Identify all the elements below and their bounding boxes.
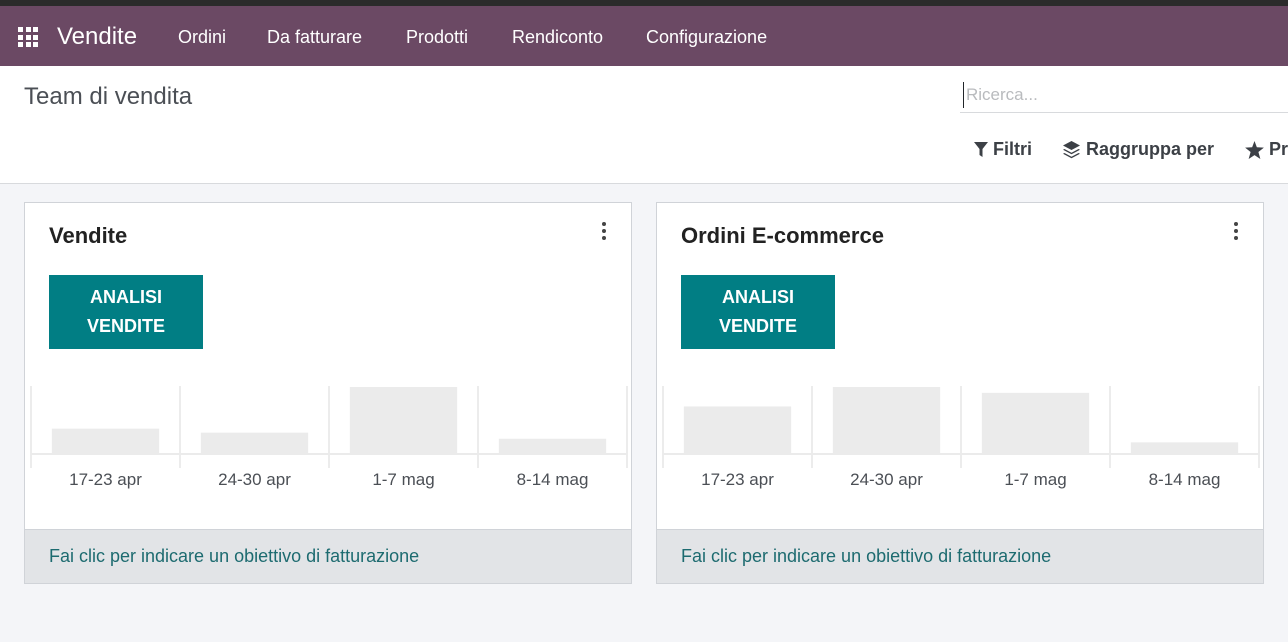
- graph-bar: [683, 406, 792, 453]
- menu-item-da-fatturare[interactable]: Da fatturare: [267, 27, 362, 48]
- sales-team-card: Vendite ANALISI VENDITE 17-23 apr 24-30 a…: [24, 202, 632, 584]
- page-title: Team di vendita: [24, 83, 193, 110]
- weekly-sales-graph[interactable]: 17-23 apr 24-30 apr 1-7 mag 8-14 mag: [25, 383, 631, 503]
- search-box: [960, 78, 1288, 113]
- weekly-sales-graph[interactable]: 17-23 apr 24-30 apr 1-7 mag 8-14 mag: [657, 383, 1263, 503]
- graph-tick-label: 24-30 apr: [218, 470, 291, 489]
- filters-label: Filtri: [993, 139, 1032, 159]
- menu-item-ordini[interactable]: Ordini: [178, 27, 226, 48]
- ecommerce-team-card: Ordini E-commerce ANALISI VENDITE 17-23 …: [656, 202, 1264, 584]
- card-title[interactable]: Vendite: [49, 223, 127, 249]
- app-brand[interactable]: Vendite: [57, 23, 137, 51]
- control-panel: Team di vendita Filtri Raggruppa per Pr: [0, 66, 1288, 184]
- filters-button[interactable]: Filtri: [974, 139, 1032, 160]
- invoicing-target-link[interactable]: Fai clic per indicare un obiettivo di fa…: [49, 546, 419, 567]
- star-icon: [1245, 140, 1264, 159]
- graph-bar: [981, 392, 1090, 453]
- kebab-menu-icon[interactable]: [1231, 222, 1241, 240]
- graph-tick-label: 1-7 mag: [372, 470, 434, 489]
- search-input[interactable]: [963, 82, 1283, 108]
- sales-analysis-button[interactable]: ANALISI VENDITE: [49, 275, 203, 349]
- graph-tick-label: 1-7 mag: [1004, 470, 1066, 489]
- layers-icon: [1063, 141, 1080, 159]
- kebab-menu-icon[interactable]: [599, 222, 609, 240]
- graph-bar: [51, 428, 160, 453]
- graph-bar: [1130, 442, 1239, 453]
- graph-tick-label: 8-14 mag: [517, 470, 589, 489]
- graph-bar: [498, 438, 607, 453]
- menu-item-prodotti[interactable]: Prodotti: [406, 27, 468, 48]
- graph-bar: [200, 432, 309, 453]
- invoicing-target-link[interactable]: Fai clic per indicare un obiettivo di fa…: [681, 546, 1051, 567]
- apps-menu-icon[interactable]: [18, 27, 38, 47]
- favorites-button[interactable]: Pr: [1245, 139, 1288, 160]
- filter-icon: [974, 141, 988, 157]
- group-by-label: Raggruppa per: [1086, 139, 1215, 159]
- card-footer: Fai clic per indicare un obiettivo di fa…: [25, 529, 631, 583]
- main-navbar: Vendite Ordini Da fatturare Prodotti Ren…: [0, 6, 1288, 66]
- menu-item-configurazione[interactable]: Configurazione: [646, 27, 767, 48]
- graph-tick-label: 17-23 apr: [701, 470, 774, 489]
- menu-item-rendiconto[interactable]: Rendiconto: [512, 27, 603, 48]
- group-by-button[interactable]: Raggruppa per: [1062, 139, 1214, 160]
- graph-tick-label: 17-23 apr: [69, 470, 142, 489]
- card-footer: Fai clic per indicare un obiettivo di fa…: [657, 529, 1263, 583]
- graph-tick-label: 24-30 apr: [850, 470, 923, 489]
- favorites-label: Pr: [1269, 139, 1288, 159]
- sales-analysis-button[interactable]: ANALISI VENDITE: [681, 275, 835, 349]
- graph-tick-label: 8-14 mag: [1149, 470, 1221, 489]
- graph-bar: [832, 387, 941, 453]
- graph-bar: [349, 387, 458, 453]
- card-title[interactable]: Ordini E-commerce: [681, 223, 884, 249]
